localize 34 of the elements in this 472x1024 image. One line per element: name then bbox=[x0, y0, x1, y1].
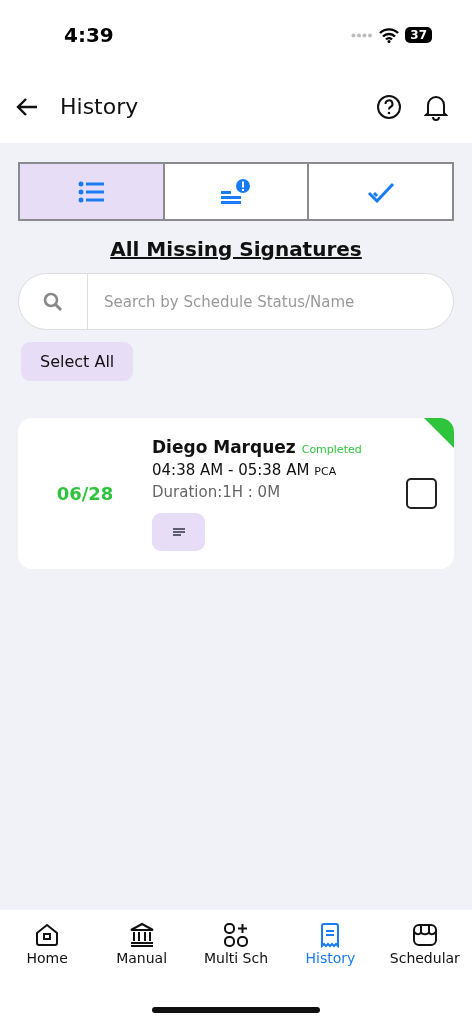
nav-tab[interactable]: Home bbox=[0, 922, 95, 966]
section-title: All Missing Signatures bbox=[110, 237, 362, 261]
bank-icon bbox=[128, 922, 155, 948]
store-icon bbox=[411, 922, 438, 948]
list-icon bbox=[78, 180, 105, 203]
search-input[interactable]: Search by Schedule Status/Name bbox=[88, 291, 453, 312]
search-icon bbox=[43, 291, 63, 312]
wifi-icon bbox=[379, 27, 400, 43]
time-range: 04:38 AM - 05:38 AM bbox=[152, 460, 310, 479]
notes-button[interactable] bbox=[152, 512, 205, 551]
nav-tab[interactable]: Manual bbox=[94, 922, 189, 966]
status-time: 4:39 bbox=[64, 23, 114, 47]
battery-level: 37 bbox=[405, 27, 432, 43]
select-all-button[interactable]: Select All bbox=[21, 342, 134, 381]
list-alert-icon bbox=[221, 178, 251, 205]
role-label: PCA bbox=[314, 464, 337, 478]
duration-text: Duration:1H : 0M bbox=[152, 482, 282, 501]
select-checkbox[interactable] bbox=[406, 478, 437, 509]
nav-tab[interactable]: Multi Sch bbox=[188, 922, 284, 966]
status-label: Completed bbox=[301, 442, 362, 456]
search-field[interactable]: Search by Schedule Status/Name bbox=[18, 273, 454, 330]
notes-icon bbox=[172, 527, 185, 536]
nav-tab[interactable]: Schedular bbox=[377, 922, 472, 966]
page-title: History bbox=[60, 94, 140, 119]
grid-plus-icon bbox=[223, 922, 249, 948]
nav-tab[interactable]: History bbox=[283, 922, 378, 966]
person-name: Diego Marquez bbox=[152, 436, 296, 457]
home-icon bbox=[34, 922, 61, 948]
schedule-date: 06/28 bbox=[55, 483, 115, 504]
help-button[interactable] bbox=[376, 93, 402, 120]
signal-icon bbox=[351, 32, 374, 38]
schedule-card[interactable]: 06/28 Diego Marquez Completed 04:38 AM - 05:38 AM PCA Duration:1H : 0M bbox=[18, 418, 454, 569]
back-button[interactable] bbox=[16, 96, 38, 117]
double-check-icon bbox=[366, 180, 395, 203]
